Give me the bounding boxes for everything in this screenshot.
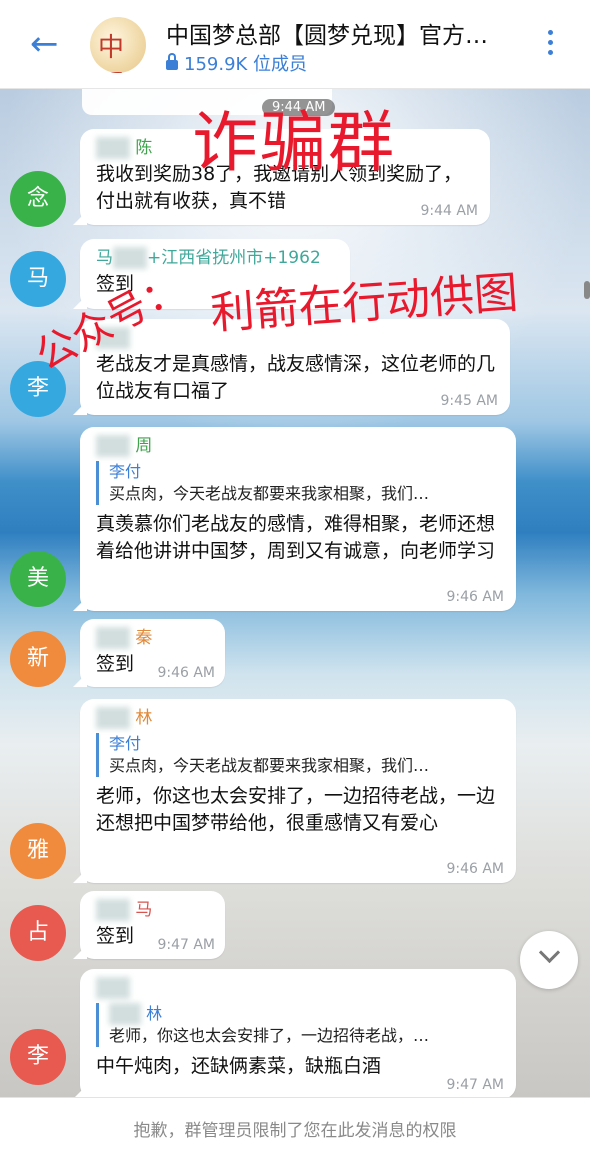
message-text: 中午炖肉，还缺俩素菜，缺瓶白酒 [96, 1055, 382, 1077]
scrollbar-thumb[interactable] [584, 281, 590, 299]
quote-sender: 李付 [109, 462, 142, 481]
chevron-down-icon [538, 941, 560, 964]
sender-name: 锦华 周 [96, 435, 502, 457]
sender-avatar[interactable]: 占 [10, 905, 66, 961]
sender-name: 新民 秦 [96, 627, 211, 649]
message-text: 老战友才是真感情，战友感情深，这位老师的几位战友有口福了 [96, 353, 496, 402]
message-list[interactable]: 9:44 AM 老乔 陈 我收到奖励38了，我邀请别人领到奖励了，付出就有收获，… [0, 89, 590, 1097]
message-time: 9:47 AM [157, 937, 215, 953]
reply-quote[interactable]: 李付 买点肉，今天老战友都要来我家相聚，我们… [96, 461, 502, 505]
message-bubble[interactable]: 占英 马 签到 9:47 AM [80, 891, 225, 959]
quote-text: 买点肉，今天老战友都要来我家相聚，我们… [109, 756, 430, 775]
input-restricted-notice: 抱歉，群管理员限制了您在此发消息的权限 [0, 1097, 590, 1164]
sender-avatar[interactable]: 雅 [10, 823, 66, 879]
quote-text: 老师，你这也太会安排了，一边招待老战，… [109, 1026, 430, 1045]
message-bubble[interactable]: 新民 秦 签到 9:46 AM [80, 619, 225, 687]
chat-header: ← 中國夢 中国梦总部【圆梦兑现】官方… 159.9K 位成员 [0, 0, 590, 89]
sender-name: 马马某+江西省抚州市+1962 [96, 247, 321, 269]
member-count: 159.9K 位成员 [166, 50, 307, 76]
quote-sender: 雅齐 林 [109, 1003, 502, 1025]
more-options-icon[interactable] [548, 30, 554, 60]
message-time: 9:47 AM [446, 1077, 504, 1093]
message-text: 真羡慕你们老战友的感情，难得相聚，老师还想着给他讲讲中国梦，周到又有诚意，向老师… [96, 513, 496, 562]
sender-avatar[interactable]: 马 [10, 251, 66, 307]
scroll-to-bottom-button[interactable] [520, 931, 578, 989]
watermark-scam-label: 诈骗群 [192, 104, 396, 181]
message-time: 9:46 AM [157, 665, 215, 681]
message-bubble[interactable]: 锦华 周 李付 买点肉，今天老战友都要来我家相聚，我们… 真羡慕你们老战友的感情… [80, 427, 516, 611]
sender-avatar[interactable]: 李 [10, 1029, 66, 1085]
quote-text: 买点肉，今天老战友都要来我家相聚，我们… [109, 484, 430, 503]
sender-avatar[interactable]: 新 [10, 631, 66, 687]
message-time: 9:44 AM [420, 203, 478, 219]
quote-sender: 李付 [109, 734, 142, 753]
message-time: 9:46 AM [446, 589, 504, 605]
back-arrow-icon[interactable]: ← [30, 26, 59, 62]
sender-name: 占英 马 [96, 899, 211, 921]
lock-icon [166, 53, 178, 70]
sender-avatar[interactable]: 念 [10, 171, 66, 227]
message-bubble[interactable]: 李付 雅齐 林 老师，你这也太会安排了，一边招待老战，… 中午炖肉，还缺俩素菜，… [80, 969, 516, 1097]
group-title[interactable]: 中国梦总部【圆梦兑现】官方… [166, 16, 488, 50]
reply-quote[interactable]: 李付 买点肉，今天老战友都要来我家相聚，我们… [96, 733, 502, 777]
sender-name: 李付 [96, 977, 502, 999]
message-time: 9:45 AM [440, 393, 498, 409]
member-count-text: 159.9K 位成员 [184, 54, 308, 75]
group-avatar[interactable]: 中國夢 [90, 17, 146, 73]
message-bubble[interactable]: 雅某 林 李付 买点肉，今天老战友都要来我家相聚，我们… 老师，你这也太会安排了… [80, 699, 516, 883]
reply-quote[interactable]: 雅齐 林 老师，你这也太会安排了，一边招待老战，… [96, 1003, 502, 1047]
message-time: 9:46 AM [446, 861, 504, 877]
group-logo-text: 中國夢 [98, 33, 125, 73]
sender-avatar[interactable]: 美 [10, 551, 66, 607]
sender-name: 雅某 林 [96, 707, 502, 729]
message-text: 老师，你这也太会安排了，一边招待老战，一边还想把中国梦带给他，很重感情又有爱心 [96, 785, 496, 834]
